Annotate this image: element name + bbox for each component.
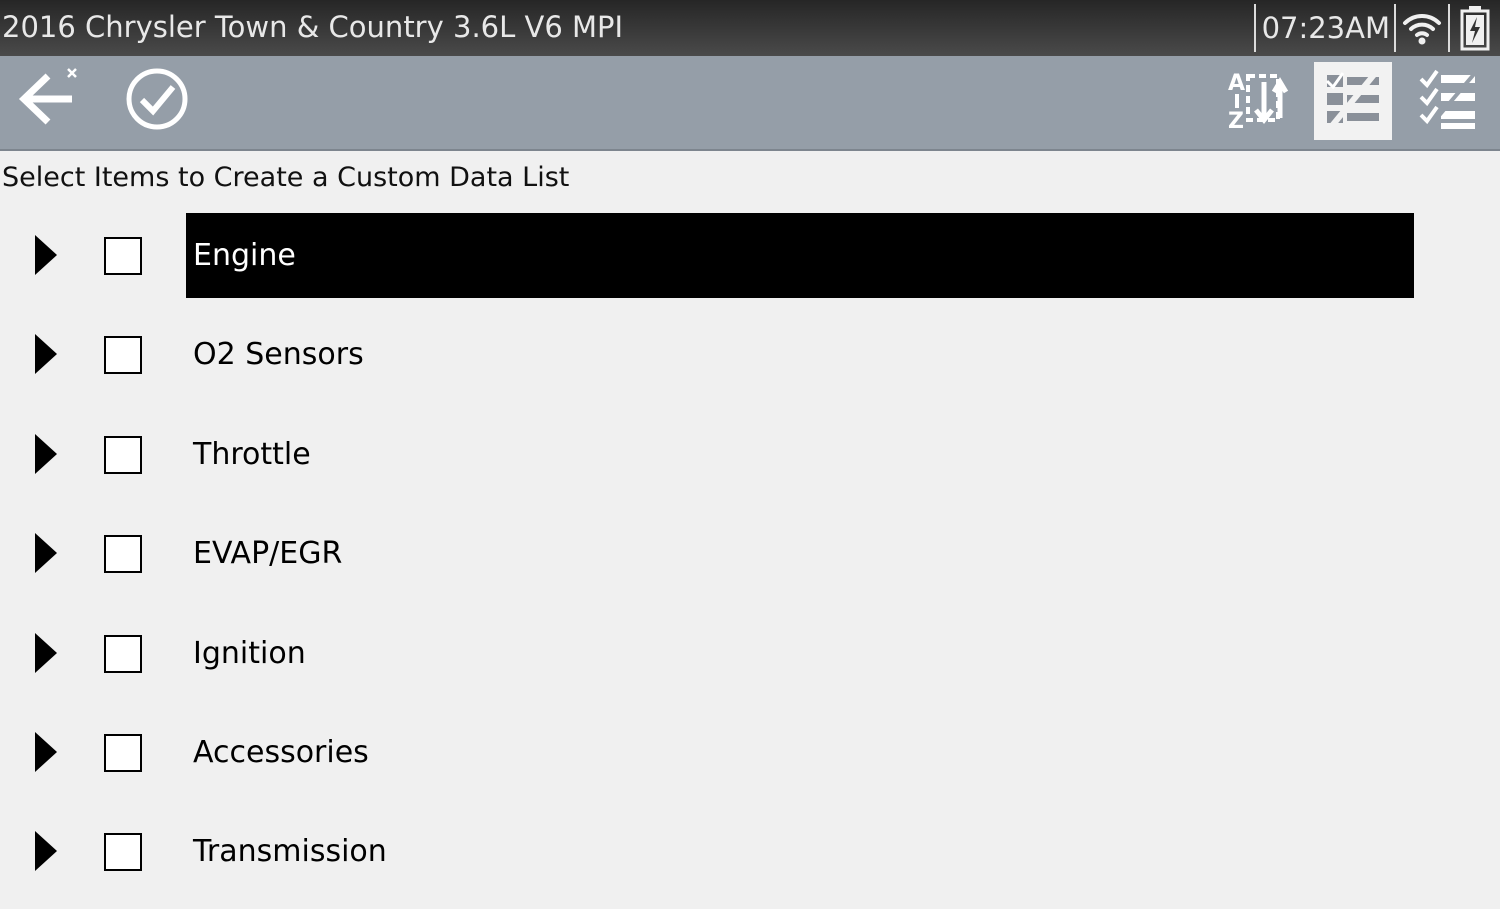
list-item-label[interactable]: Engine — [186, 213, 1414, 298]
expand-arrow-icon[interactable] — [35, 533, 57, 574]
vehicle-title: 2016 Chrysler Town & Country 3.6L V6 MPI — [2, 10, 624, 44]
sort-az-icon: A Z — [1224, 64, 1294, 138]
expand-arrow-icon[interactable] — [35, 235, 57, 275]
select-deselect-button[interactable] — [1314, 62, 1392, 140]
status-indicators: 07:23AM — [1253, 0, 1500, 56]
data-list: Engine O2 Sensors Throttle EVAP/EGR Igni… — [0, 213, 1500, 909]
item-checkbox[interactable] — [104, 733, 142, 772]
accept-button[interactable] — [118, 62, 196, 140]
expand-arrow-icon[interactable] — [35, 334, 57, 375]
select-deselect-icon — [1321, 67, 1385, 135]
list-item[interactable]: Engine — [0, 213, 1500, 312]
item-checkbox[interactable] — [104, 237, 142, 275]
list-item-label[interactable]: EVAP/EGR — [186, 511, 1414, 596]
wifi-icon — [1396, 0, 1448, 56]
expand-arrow-icon[interactable] — [35, 433, 57, 474]
list-item-label[interactable]: Ignition — [186, 611, 1414, 696]
toolbar: A Z — [0, 56, 1500, 151]
svg-text:A: A — [1228, 71, 1245, 96]
item-checkbox[interactable] — [104, 435, 142, 474]
back-exit-icon — [10, 62, 84, 140]
expand-arrow-icon[interactable] — [35, 731, 57, 772]
list-item-label[interactable]: Accessories — [186, 710, 1414, 795]
item-checkbox[interactable] — [104, 535, 142, 574]
list-item[interactable]: Throttle — [0, 412, 1500, 511]
list-item-label[interactable]: O2 Sensors — [186, 312, 1414, 397]
clock: 07:23AM — [1261, 11, 1390, 45]
select-all-icon — [1417, 67, 1481, 135]
list-item[interactable]: EVAP/EGR — [0, 511, 1500, 610]
item-checkbox[interactable] — [104, 336, 142, 375]
list-item[interactable]: O2 Sensors — [0, 312, 1500, 411]
list-item-label[interactable]: Transmission — [186, 809, 1414, 894]
instruction-text: Select Items to Create a Custom Data Lis… — [2, 162, 570, 193]
list-item-label[interactable]: Throttle — [186, 412, 1414, 497]
select-all-button[interactable] — [1410, 62, 1488, 140]
status-bar: 2016 Chrysler Town & Country 3.6L V6 MPI… — [0, 0, 1500, 56]
item-checkbox[interactable] — [104, 833, 142, 872]
item-checkbox[interactable] — [104, 634, 142, 673]
accept-check-icon — [122, 64, 192, 138]
svg-text:Z: Z — [1228, 109, 1244, 134]
battery-charging-icon — [1450, 0, 1500, 56]
list-item[interactable]: Ignition — [0, 611, 1500, 710]
back-button[interactable] — [8, 62, 86, 140]
expand-arrow-icon[interactable] — [35, 632, 57, 673]
expand-arrow-icon[interactable] — [35, 831, 57, 872]
sort-button[interactable]: A Z — [1220, 62, 1298, 140]
list-item[interactable]: Transmission — [0, 809, 1500, 908]
list-item[interactable]: Accessories — [0, 710, 1500, 809]
